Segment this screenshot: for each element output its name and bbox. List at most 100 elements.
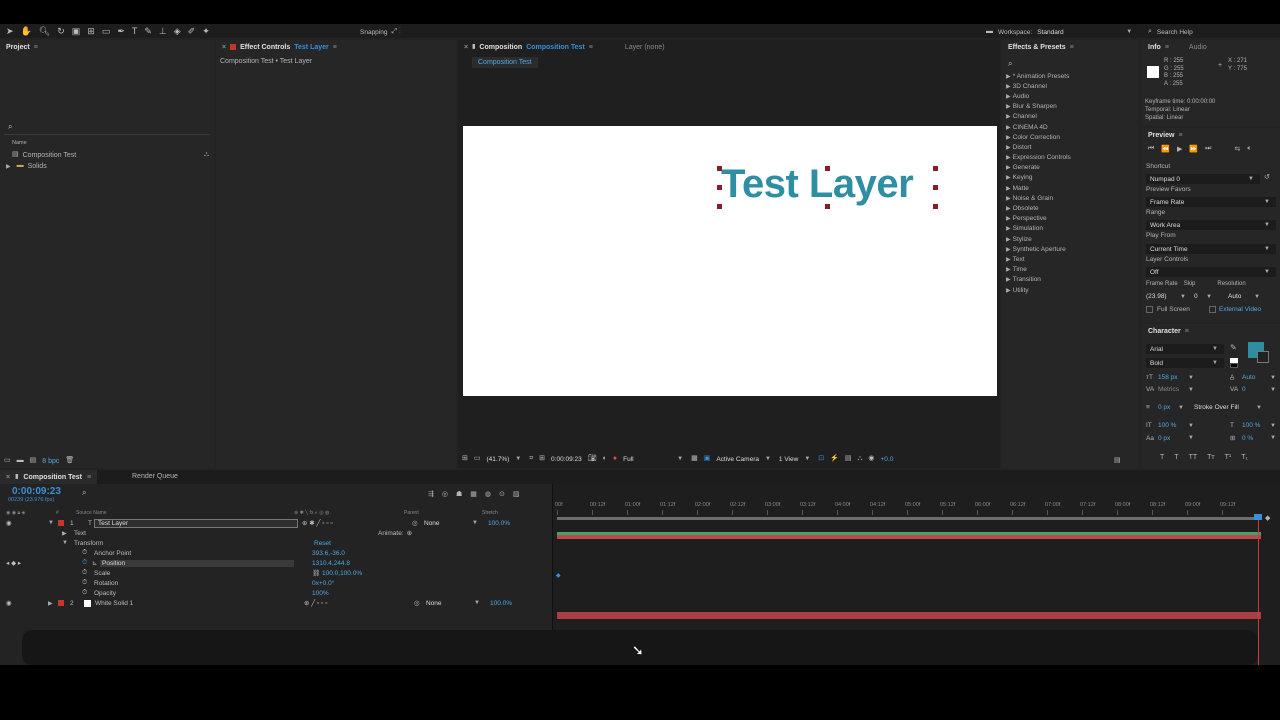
project-item-composition[interactable]: ▤ Composition Test [12,150,76,160]
zoom-tool-icon[interactable]: 🔍︎ [39,26,50,36]
keyframe-nav-icon[interactable]: ◂ ◆ ▸ [6,559,82,567]
chevron-down-icon[interactable]: ▼ [1270,423,1276,429]
expand-arrow-icon[interactable]: ▶ [1006,215,1011,222]
stopwatch-icon[interactable]: ⏱ [82,589,94,597]
exposure-value[interactable]: +0.0 [881,456,894,463]
expand-arrow-icon[interactable]: ▶ [1006,276,1011,283]
stroke-width-value[interactable]: 0 px [1158,404,1178,411]
expand-arrow-icon[interactable]: ▶ [1006,205,1011,212]
panel-menu-icon[interactable]: ≡ [1165,44,1169,51]
property-value[interactable]: 100.0,100.0% [322,570,362,577]
stretch-value[interactable]: 100.0% [488,520,510,527]
end-of-comp-marker[interactable]: ◆ [1265,514,1270,522]
workspace-select[interactable]: Standard [1037,29,1121,36]
layer-row-2[interactable]: ◉ ▶ 2 White Solid 1 ⊕ ╱ ▫ ▫ ▫ ◎ None ▼ 1… [0,598,552,608]
transform-reset-link[interactable]: Reset [314,540,331,547]
vertical-scale-value[interactable]: 100 % [1158,422,1188,429]
expand-arrow-icon[interactable]: ▶ [62,530,72,537]
horizontal-scale-value[interactable]: 100 % [1242,422,1270,429]
bounding-handle[interactable] [717,185,722,190]
parent-header[interactable]: Parent [404,510,482,516]
expand-arrow-icon[interactable]: ▶ [1006,83,1011,90]
effects-category-item[interactable]: ▶ Generate [1006,163,1136,173]
name-column-header[interactable]: Name [12,140,27,146]
source-name-header[interactable]: Source Name [76,510,294,516]
bounding-handle[interactable] [933,204,938,209]
panel-menu-icon[interactable]: ≡ [34,44,38,51]
full-screen-checkbox[interactable] [1146,306,1153,313]
parent-pickwhip-icon[interactable]: ◎ [414,599,426,607]
trash-icon[interactable]: 🗑︎ [65,456,74,466]
chevron-down-icon[interactable]: ▼ [804,456,810,462]
expand-arrow-icon[interactable]: ▶ [48,600,56,607]
parent-select[interactable]: None [426,600,474,607]
expand-arrow-icon[interactable]: ▶ [1006,266,1011,273]
layer-name[interactable]: Test Layer [94,518,298,528]
new-folder-icon[interactable]: ▬ [17,456,24,466]
composition-subtab[interactable]: Composition Test [472,57,538,68]
stroke-type-select[interactable]: Stroke Over Fill [1194,404,1256,411]
effects-category-item[interactable]: ▶ Matte [1006,183,1136,193]
expand-arrow-icon[interactable]: ▶ [1006,144,1011,151]
reset-icon[interactable]: ↺ [1264,173,1270,181]
expand-arrow-icon[interactable]: ▶ [6,163,11,170]
snapping-label[interactable]: Snapping [360,29,387,36]
fast-preview-icon[interactable]: ⚡ [830,454,839,464]
font-family-select[interactable]: Arial ▼ [1146,344,1224,354]
current-time-marker[interactable] [1254,514,1262,520]
view-layout-select[interactable]: 1 View [779,456,798,463]
roto-brush-tool-icon[interactable]: ✐ [188,26,196,36]
frame-rate-select[interactable]: (23.98) [1146,293,1180,300]
chevron-down-icon[interactable]: ▼ [1270,375,1276,381]
project-tab[interactable]: Project ≡ [0,40,38,54]
effects-category-item[interactable]: ▶ Channel [1006,112,1136,122]
panel-menu-icon[interactable]: ≡ [333,44,337,51]
panel-menu-icon[interactable]: ≡ [87,474,91,481]
chevron-down-icon[interactable]: ▼ [1178,405,1192,411]
effects-category-item[interactable]: ▶ Perspective [1006,214,1136,224]
effects-category-item[interactable]: ▶ * Animation Presets [1006,71,1136,81]
play-icon[interactable]: ▶ [1177,145,1182,153]
selection-tool-icon[interactable]: ➤ [6,26,14,36]
stroke-color-swatch[interactable] [1257,351,1269,363]
parent-pickwhip-icon[interactable]: ◎ [412,519,424,527]
shortcut-select[interactable]: Numpad 0 ▼ [1146,174,1260,184]
lock-icon[interactable] [230,44,237,50]
preview-tab[interactable]: Preview ≡ [1142,128,1183,142]
grid-icon[interactable]: ⊞ [539,454,545,464]
resolution-select[interactable]: Full [623,456,671,463]
parent-select[interactable]: None [424,520,472,527]
bounding-handle[interactable] [933,185,938,190]
composition-tab[interactable]: × ▮ Composition Composition Test ≡ Layer… [458,40,665,54]
channel-icon[interactable]: ● [613,454,617,464]
expand-arrow-icon[interactable]: ▶ [1006,246,1011,253]
baseline-shift-value[interactable]: 0 px [1158,435,1188,442]
chevron-down-icon[interactable]: ▼ [1188,435,1228,441]
eyedropper-icon[interactable]: ✎ [1230,343,1237,352]
number-header[interactable]: # [56,510,76,516]
pen-tool-icon[interactable]: ✒ [117,26,125,36]
effects-category-item[interactable]: ▶ Text [1006,254,1136,264]
rotate-tool-icon[interactable]: ↻ [57,26,65,36]
timeline-icon[interactable]: ▤ [845,454,852,464]
chevron-down-icon[interactable]: ▼ [1256,405,1262,411]
effects-category-item[interactable]: ▶ Stylize [1006,234,1136,244]
project-item-solids[interactable]: ▶ ▬ Solids [6,161,47,171]
effects-category-item[interactable]: ▶ Blur & Sharpen [1006,102,1136,112]
exposure-reset-icon[interactable]: ◉ [868,454,874,464]
effects-category-item[interactable]: ▶ Time [1006,265,1136,275]
bounding-handle[interactable] [717,166,722,171]
snapping-icon[interactable]: ⤢ ⁝ [391,27,400,37]
always-preview-icon[interactable]: ⊞ [462,454,468,464]
chevron-down-icon[interactable]: ▼ [1188,387,1228,393]
current-time-display[interactable]: 0:00:09:23 [551,456,582,463]
pan-behind-tool-icon[interactable]: ⊞ [87,26,95,36]
loop-icon[interactable]: ⇆ [1234,145,1240,153]
expand-arrow-icon[interactable]: ▶ [1006,225,1011,232]
effects-category-item[interactable]: ▶ Synthetic Aperture [1006,244,1136,254]
expand-arrow-icon[interactable]: ▶ [1006,236,1011,243]
stopwatch-icon[interactable]: ⏱ [82,579,94,587]
text-layer-bounds[interactable]: Test Layer [717,162,938,209]
faux-bold-icon[interactable]: T [1160,454,1164,461]
property-value[interactable]: 1310.4,244.8 [312,560,350,567]
